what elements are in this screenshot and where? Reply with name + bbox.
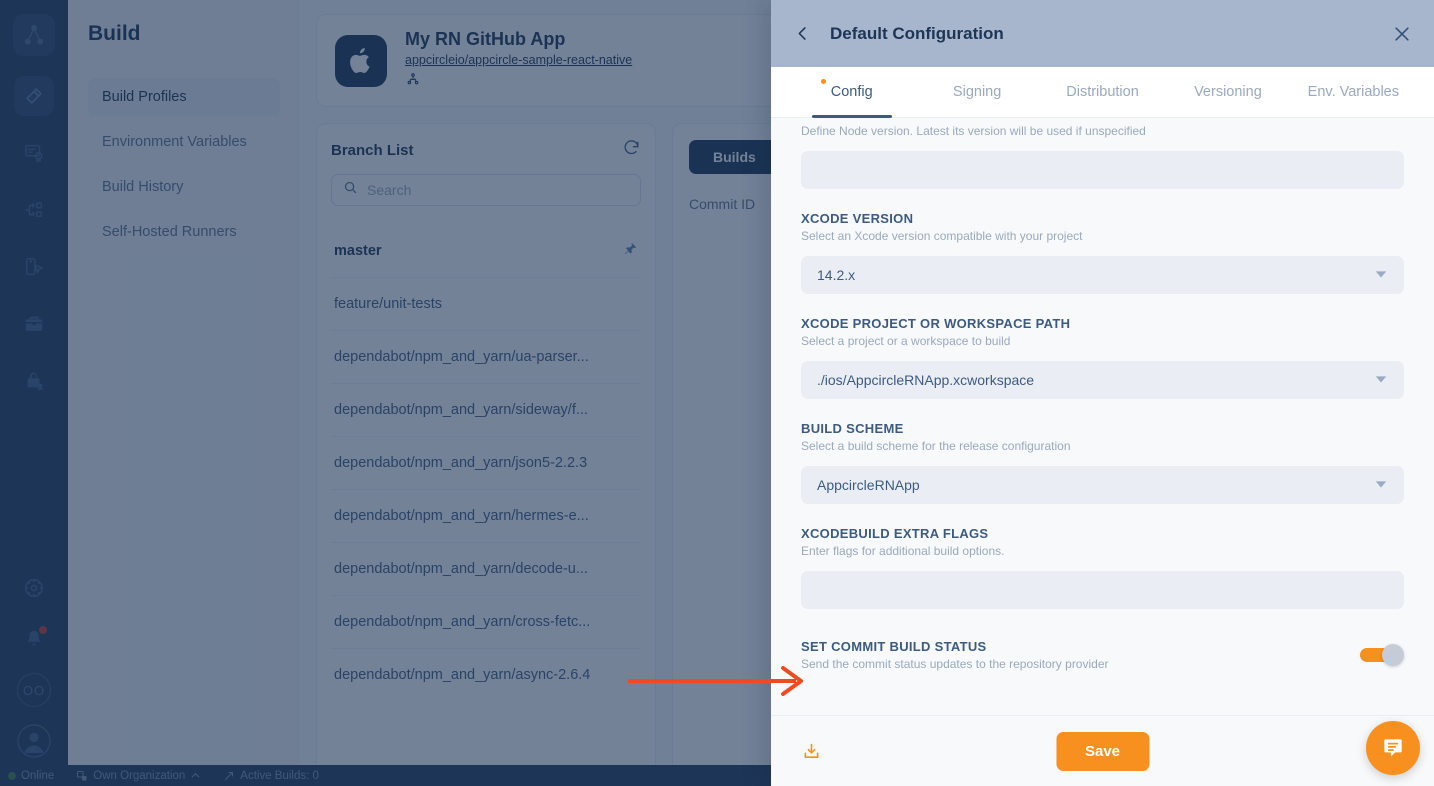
xcodebuild-extra-flags-field[interactable] xyxy=(801,571,1404,609)
set-commit-build-status-row: SET COMMIT BUILD STATUS Send the commit … xyxy=(801,639,1404,689)
panel-header: Default Configuration xyxy=(771,0,1434,67)
tab-signing[interactable]: Signing xyxy=(914,67,1039,117)
tab-label: Distribution xyxy=(1066,84,1139,100)
set-commit-build-status-toggle[interactable] xyxy=(1360,644,1404,666)
field-label: XCODEBUILD EXTRA FLAGS xyxy=(801,526,989,541)
field-description: Enter flags for additional build options… xyxy=(801,544,1005,558)
node-version-group xyxy=(801,151,1404,189)
xcode-project-path-select[interactable]: ./ios/AppcircleRNApp.xcworkspace xyxy=(801,361,1404,399)
field-value: ./ios/AppcircleRNApp.xcworkspace xyxy=(817,372,1035,388)
tab-config[interactable]: Config xyxy=(789,67,914,118)
build-scheme-select[interactable]: AppcircleRNApp xyxy=(801,466,1404,504)
panel-tabs: Config Signing Distribution Versioning E… xyxy=(771,67,1434,118)
xcode-version-select[interactable]: 14.2.x xyxy=(801,256,1404,294)
field-value: AppcircleRNApp xyxy=(817,477,920,493)
default-configuration-panel: Default Configuration Config Signing Dis… xyxy=(771,0,1434,786)
field-label: XCODE VERSION xyxy=(801,211,914,226)
set-commit-build-status-text: SET COMMIT BUILD STATUS Send the commit … xyxy=(801,639,1360,671)
field-description: Select a project or a workspace to build xyxy=(801,334,1011,348)
tab-label: Config xyxy=(830,84,873,100)
build-scheme-group: BUILD SCHEME Select a build scheme for t… xyxy=(801,421,1404,504)
tab-label: Signing xyxy=(952,84,1002,100)
node-version-description: Define Node version. Latest its version … xyxy=(801,124,1146,138)
tab-versioning[interactable]: Versioning xyxy=(1165,67,1290,117)
xcode-project-path-group: XCODE PROJECT OR WORKSPACE PATH Select a… xyxy=(801,316,1404,399)
field-label: BUILD SCHEME xyxy=(801,421,904,436)
save-button[interactable]: Save xyxy=(1055,731,1150,771)
unsaved-changes-dot-icon xyxy=(820,79,826,84)
panel-title: Default Configuration xyxy=(830,23,1004,43)
chevron-down-icon xyxy=(1374,477,1388,494)
toggle-knob xyxy=(1382,644,1404,666)
node-version-field[interactable] xyxy=(801,151,1404,189)
chevron-down-icon xyxy=(1374,267,1388,284)
panel-form[interactable]: Define Node version. Latest its version … xyxy=(771,118,1434,715)
xcode-version-group: XCODE VERSION Select an Xcode version co… xyxy=(801,211,1404,294)
tab-label: Versioning xyxy=(1194,84,1262,100)
field-description: Send the commit status updates to the re… xyxy=(801,657,1109,671)
close-icon[interactable] xyxy=(1392,24,1412,44)
field-description: Select a build scheme for the release co… xyxy=(801,439,1071,453)
chat-support-icon[interactable] xyxy=(1366,721,1420,775)
panel-footer: Save xyxy=(771,715,1434,786)
field-label: SET COMMIT BUILD STATUS xyxy=(801,639,987,654)
screen: OO Build Build Profiles Environment Vari… xyxy=(0,0,1434,786)
chevron-left-icon[interactable] xyxy=(793,24,812,43)
field-label: XCODE PROJECT OR WORKSPACE PATH xyxy=(801,316,1071,331)
download-config-icon[interactable] xyxy=(801,741,822,762)
tab-distribution[interactable]: Distribution xyxy=(1040,67,1165,117)
field-description: Select an Xcode version compatible with … xyxy=(801,229,1083,243)
chevron-down-icon xyxy=(1374,372,1388,389)
tab-env-variables[interactable]: Env. Variables xyxy=(1291,67,1416,117)
tab-label: Env. Variables xyxy=(1307,84,1399,100)
field-value: 14.2.x xyxy=(817,267,856,283)
xcodebuild-extra-flags-group: XCODEBUILD EXTRA FLAGS Enter flags for a… xyxy=(801,526,1404,609)
